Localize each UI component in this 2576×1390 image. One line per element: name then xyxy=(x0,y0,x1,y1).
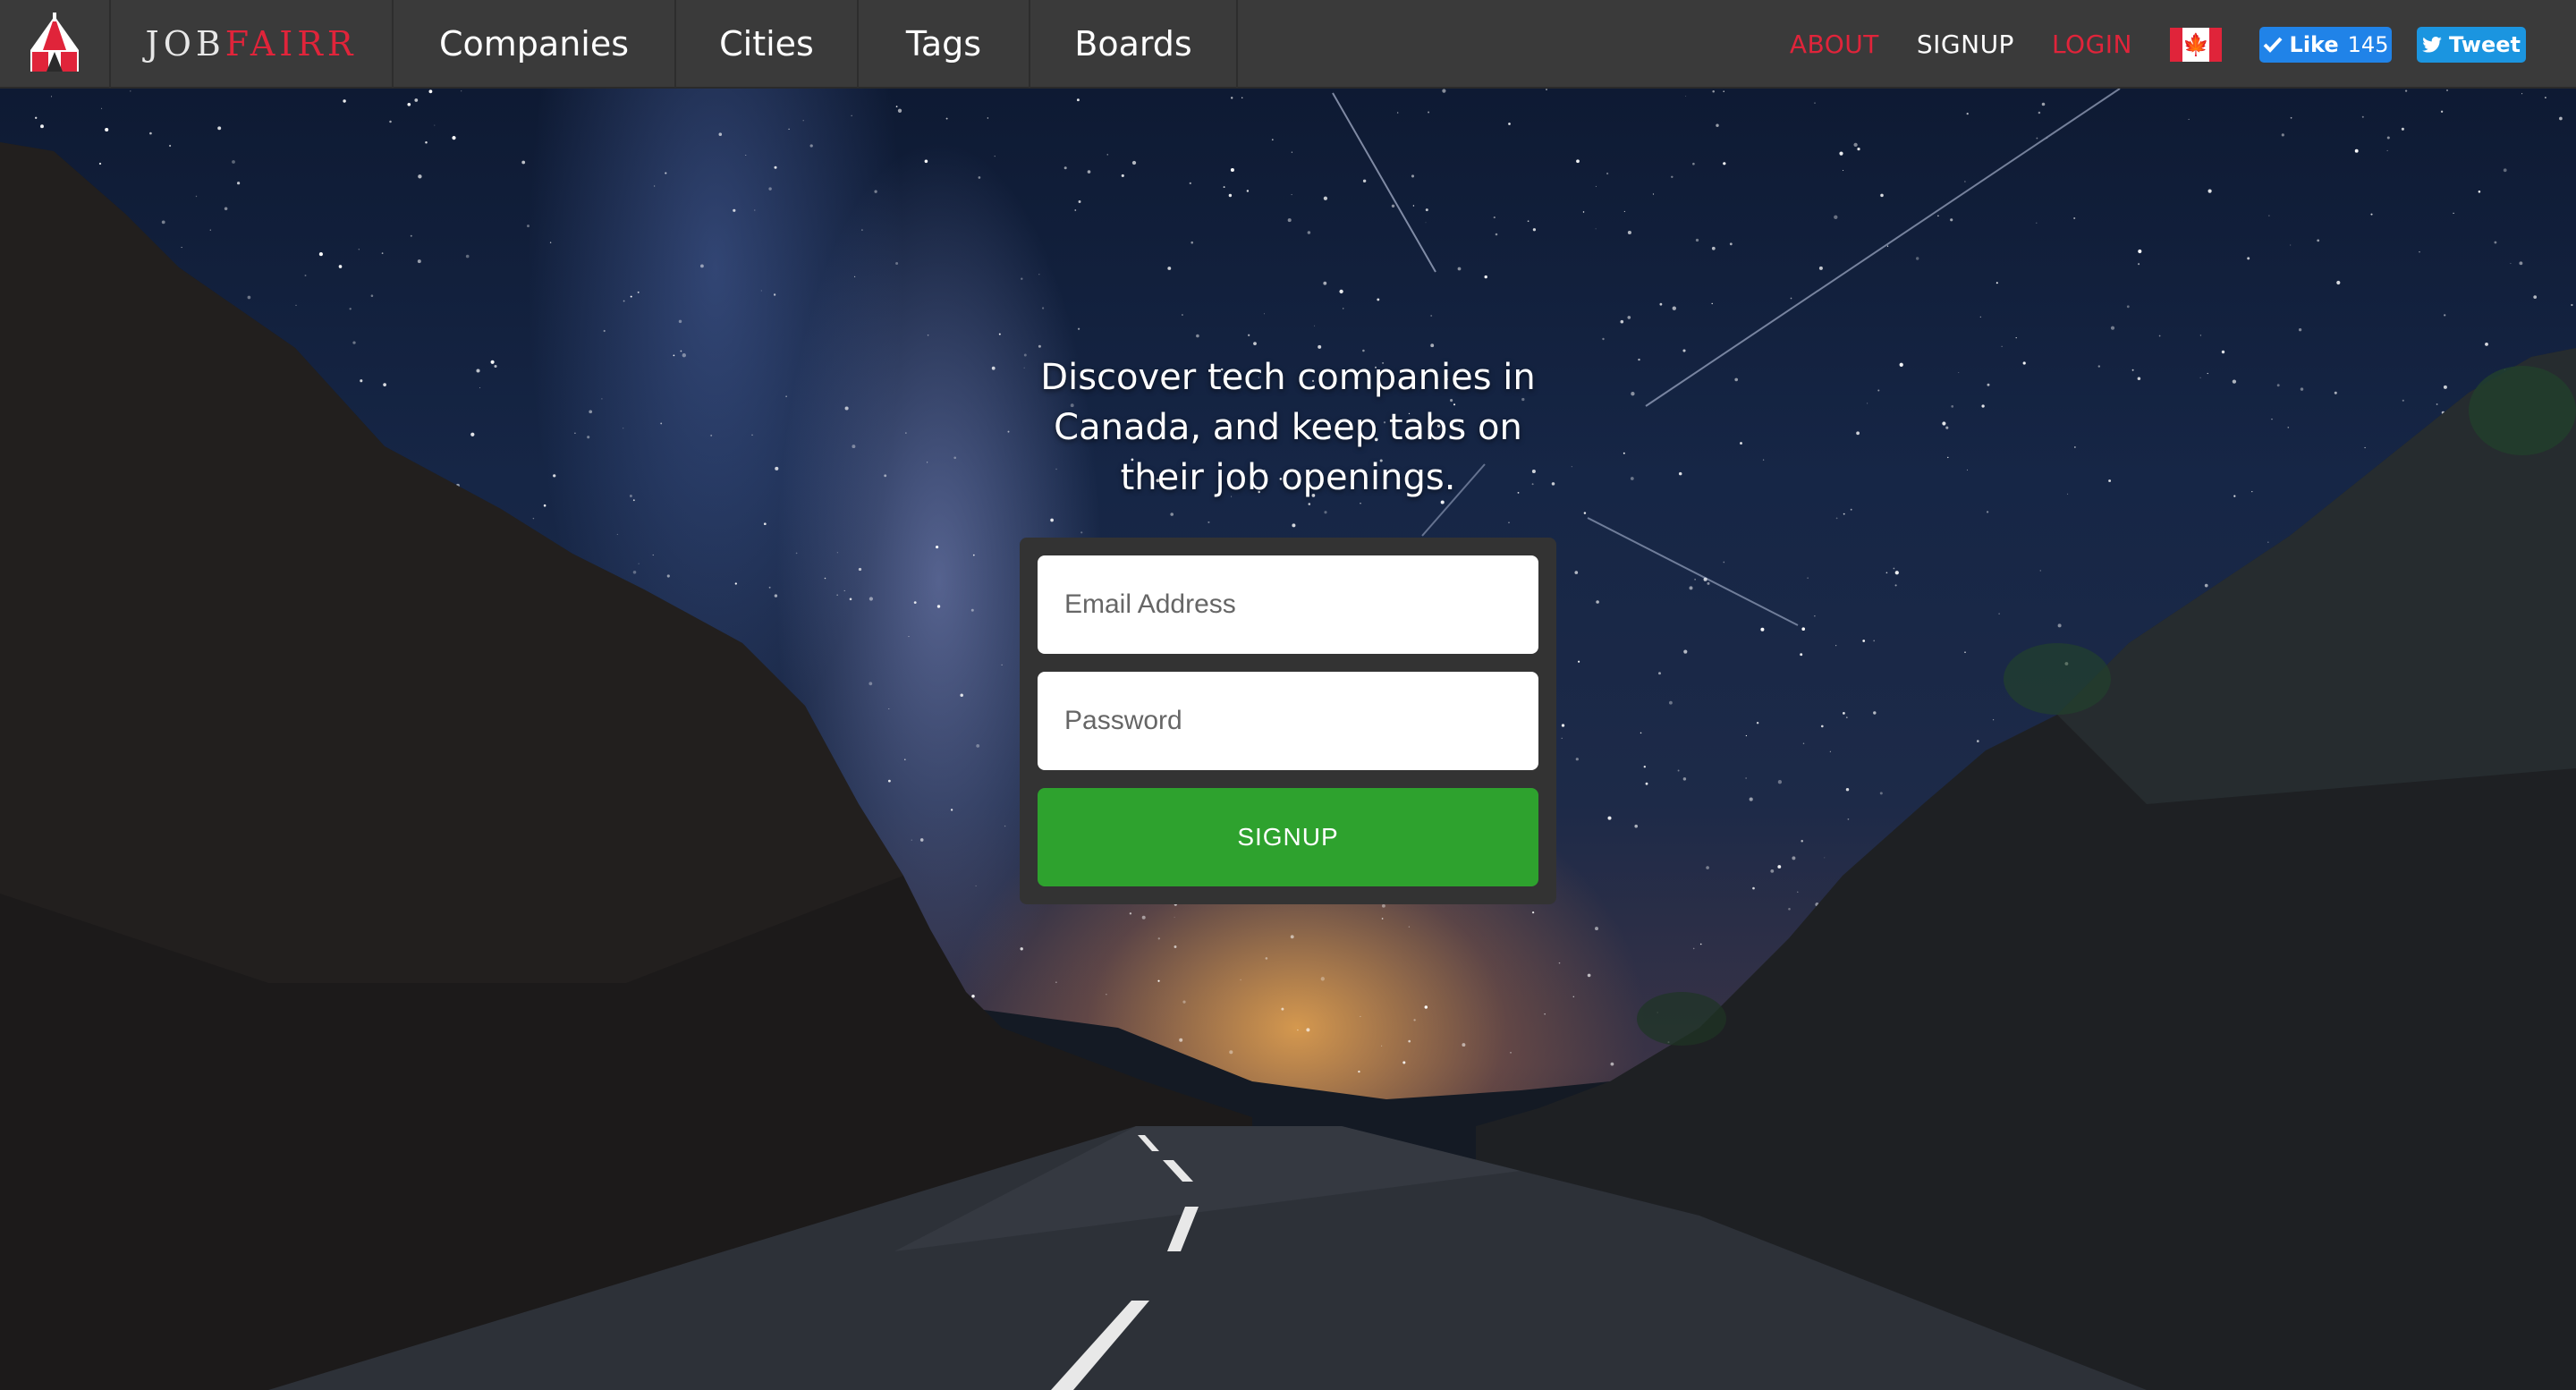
tent-logo-icon xyxy=(30,12,79,72)
about-link[interactable]: ABOUT xyxy=(1790,30,1879,59)
signup-link[interactable]: SIGNUP xyxy=(1917,30,2014,59)
tagline-line-3: their job openings. xyxy=(1120,457,1456,498)
twitter-bird-icon xyxy=(2422,36,2442,53)
tweet-label: Tweet xyxy=(2449,31,2521,57)
tweet-button[interactable]: Tweet xyxy=(2417,26,2526,63)
brand-fairr: FAIRR xyxy=(225,23,358,64)
tagline-line-1: Discover tech companies in xyxy=(1040,357,1536,398)
like-label: Like xyxy=(2289,31,2339,57)
email-field[interactable] xyxy=(1038,555,1538,654)
signup-button[interactable]: SIGNUP xyxy=(1038,788,1538,886)
nav-boards[interactable]: Boards xyxy=(1030,0,1238,88)
password-field[interactable] xyxy=(1038,672,1538,770)
logo-link[interactable] xyxy=(0,0,111,88)
top-navbar: JOB FAIRR Companies Cities Tags Boards AB… xyxy=(0,0,2576,89)
login-link[interactable]: LOGIN xyxy=(2052,30,2132,59)
page: JOB FAIRR Companies Cities Tags Boards AB… xyxy=(0,0,2576,1390)
facebook-like-button[interactable]: Like 145 xyxy=(2259,26,2392,63)
signup-form: SIGNUP xyxy=(1020,538,1556,904)
nav-companies[interactable]: Companies xyxy=(394,0,676,88)
nav-cities[interactable]: Cities xyxy=(676,0,859,88)
nav-tags[interactable]: Tags xyxy=(859,0,1030,88)
checkmark-icon xyxy=(2263,37,2283,53)
hero-background: Discover tech companies in Canada, and k… xyxy=(0,89,2576,1390)
hero-tagline: Discover tech companies in Canada, and k… xyxy=(984,352,1592,503)
tagline-line-2: Canada, and keep tabs on xyxy=(1054,407,1522,448)
like-count: 145 xyxy=(2347,31,2389,57)
brand-name[interactable]: JOB FAIRR xyxy=(111,0,394,88)
brand-job: JOB xyxy=(145,23,225,64)
nav-right: ABOUT SIGNUP LOGIN 🍁 Like 145 Tweet xyxy=(1790,0,2576,89)
canada-flag-icon[interactable]: 🍁 xyxy=(2170,27,2222,62)
